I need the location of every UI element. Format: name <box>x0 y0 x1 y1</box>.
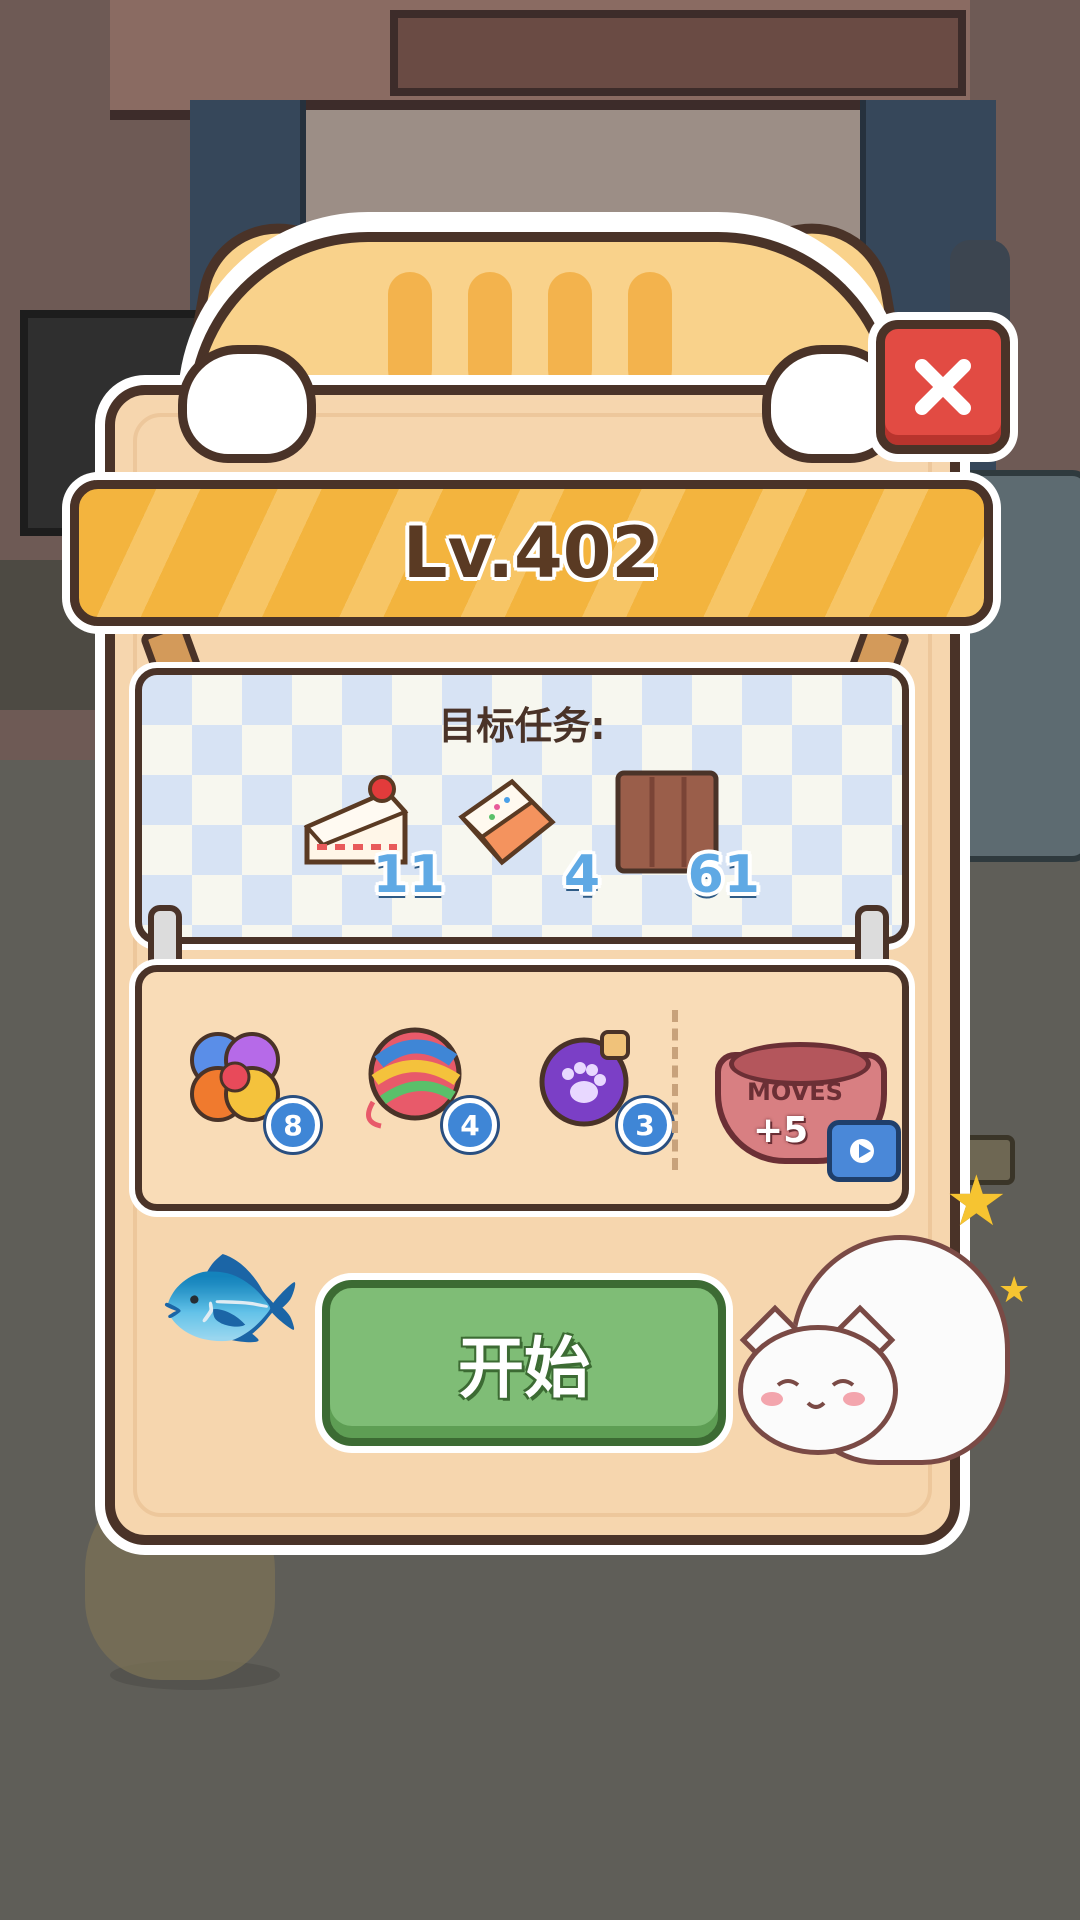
extra-moves-offer[interactable]: MOVES +5 <box>715 1032 901 1182</box>
white-cat-mascot <box>730 1235 1020 1475</box>
target-task-card: 目标任务: 11 4 61 <box>135 668 909 944</box>
booster-rainbow-clover[interactable]: 8 <box>180 1022 320 1152</box>
booster-count-badge: 8 <box>266 1098 320 1152</box>
target-chocolate-block: 61 <box>612 767 760 905</box>
fish-watermark-icon: 🐟 <box>155 1225 305 1364</box>
booster-divider <box>672 1010 678 1170</box>
booster-paw-bomb[interactable]: 3 <box>532 1022 672 1152</box>
target-count: 61 <box>687 845 760 905</box>
star-icon: ★ <box>998 1270 1031 1311</box>
target-task-title: 目标任务: <box>438 704 606 748</box>
lamp <box>950 240 1010 330</box>
cat-paw-left <box>178 345 316 463</box>
booster-yarn-ball[interactable]: 4 <box>357 1022 497 1152</box>
moves-bonus: +5 <box>753 1110 809 1151</box>
sprinkle-cake-icon <box>458 778 556 866</box>
close-icon <box>915 359 971 415</box>
start-button-label: 开始 <box>458 1330 590 1407</box>
target-cake-slice: 11 <box>297 767 445 905</box>
booster-count-badge: 3 <box>618 1098 672 1152</box>
star-icon: ★ <box>945 1160 1008 1242</box>
target-sprinkle-cake: 4 <box>452 767 600 905</box>
booster-card: 8 4 3 MOVES +5 <box>135 965 909 1211</box>
video-ad-icon <box>827 1120 901 1182</box>
target-count: 4 <box>563 845 600 905</box>
target-count: 11 <box>372 845 445 905</box>
moves-label: MOVES <box>747 1078 843 1106</box>
close-button[interactable] <box>876 320 1010 454</box>
booster-count-badge: 4 <box>443 1098 497 1152</box>
start-button[interactable]: 开始 <box>322 1280 726 1446</box>
level-ribbon: Lv.402 <box>70 480 993 626</box>
level-title: Lv.402 <box>402 512 661 594</box>
